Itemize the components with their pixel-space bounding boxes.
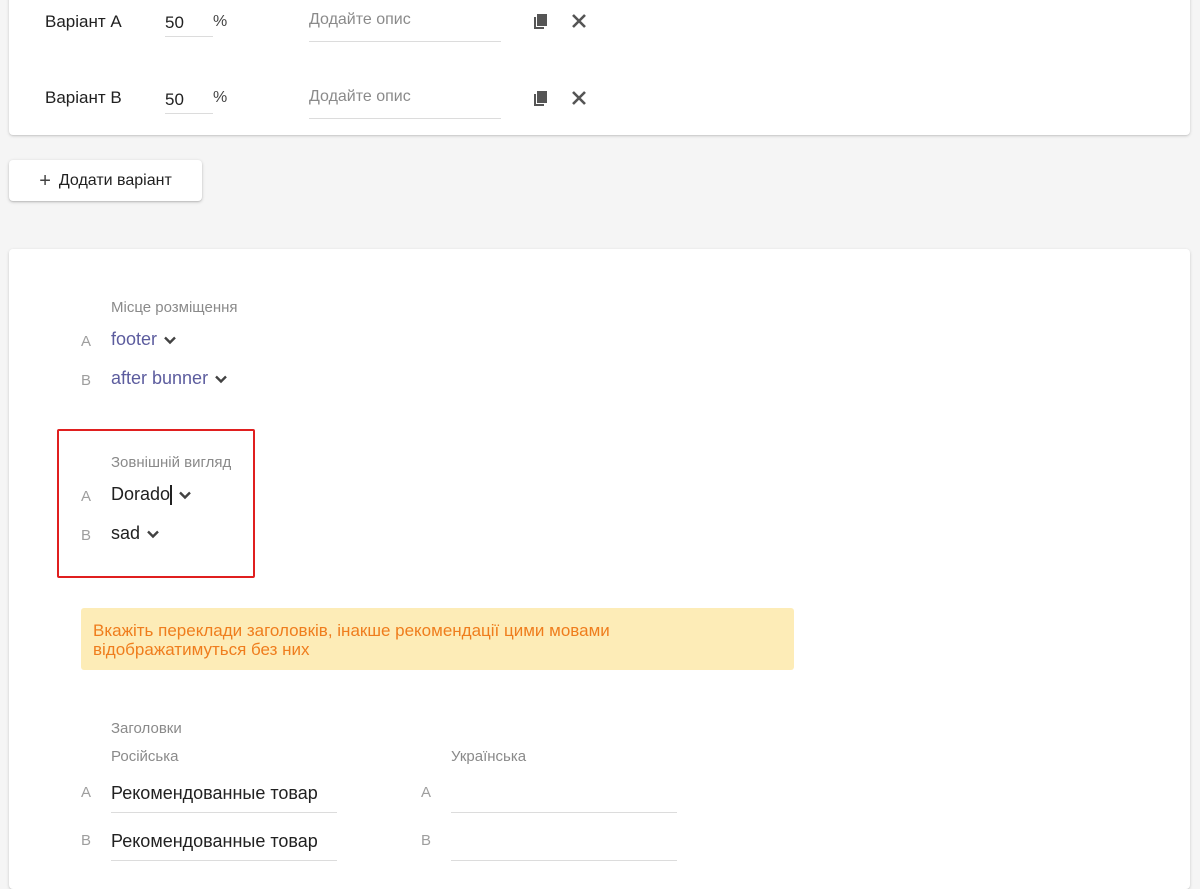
variant-a-percent-input[interactable] [165, 10, 213, 37]
warning-line-2: відображатимуться без них [93, 640, 310, 659]
close-icon[interactable] [568, 10, 590, 32]
ukrainian-label: Українська [451, 748, 527, 765]
copy-icon[interactable] [529, 11, 551, 33]
plus-icon: + [39, 169, 51, 192]
placement-label: Місце розміщення [111, 299, 238, 316]
ukrainian-title-b-input[interactable] [451, 826, 677, 861]
variant-b-percent-sign: % [213, 89, 228, 106]
close-icon[interactable] [568, 87, 590, 109]
chevron-down-icon [215, 375, 227, 383]
chevron-down-icon [164, 336, 176, 344]
ukrainian-row-b-letter: B [421, 832, 432, 849]
chevron-down-icon [147, 530, 159, 538]
ukrainian-row-a-letter: A [421, 784, 432, 801]
russian-title-a-input[interactable] [111, 778, 337, 813]
russian-title-b-input[interactable] [111, 826, 337, 861]
placement-b-select[interactable]: after bunner [111, 368, 228, 389]
variant-a-description-input[interactable] [309, 5, 501, 42]
russian-row-b-letter: B [81, 832, 92, 849]
placement-row-a-letter: A [81, 333, 92, 350]
placement-row-b-letter: B [81, 372, 92, 389]
appearance-a-value: Dorado [111, 484, 171, 504]
russian-label: Російська [111, 748, 179, 765]
variant-a-name: Варіант А [45, 12, 122, 31]
translation-warning: Вкажіть переклади заголовків, інакше рек… [81, 608, 794, 670]
appearance-row-b-letter: B [81, 527, 92, 544]
titles-label: Заголовки [111, 720, 182, 737]
add-variant-button[interactable]: + Додати варіант [9, 160, 202, 201]
appearance-a-select[interactable]: Dorado [111, 484, 192, 505]
placement-a-value: footer [111, 329, 158, 349]
copy-icon[interactable] [529, 88, 551, 110]
variant-b-name: Варіант В [45, 88, 122, 107]
variant-a-percent-sign: % [213, 13, 228, 30]
chevron-down-icon [178, 491, 191, 499]
appearance-row-a-letter: A [81, 488, 92, 505]
placement-b-value: after bunner [111, 368, 209, 388]
variant-b-description-input[interactable] [309, 82, 501, 119]
ukrainian-title-a-input[interactable] [451, 778, 677, 813]
appearance-b-select[interactable]: sad [111, 523, 160, 544]
placement-a-select[interactable]: footer [111, 329, 177, 350]
variant-b-percent-input[interactable] [165, 87, 213, 114]
appearance-label: Зовнішній вигляд [111, 454, 232, 471]
text-caret [170, 484, 172, 505]
add-variant-label: Додати варіант [58, 171, 172, 189]
russian-row-a-letter: A [81, 784, 92, 801]
appearance-b-value: sad [111, 523, 141, 543]
warning-line-1: Вкажіть переклади заголовків, інакше рек… [93, 621, 610, 640]
